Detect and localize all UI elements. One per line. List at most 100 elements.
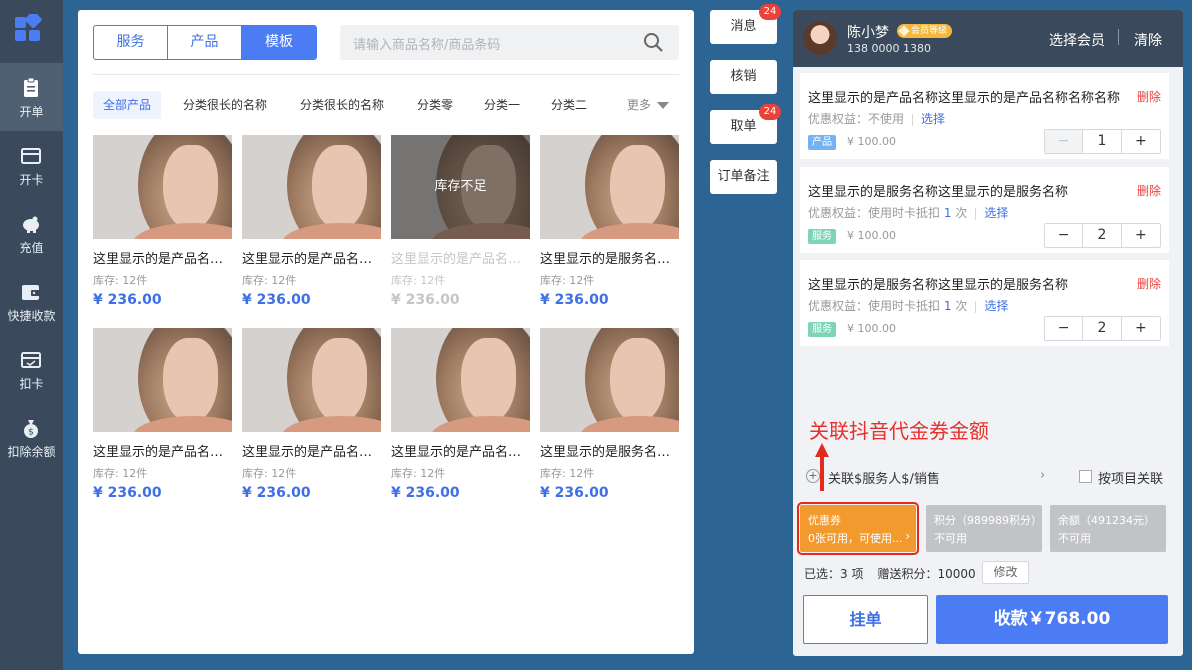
product-card-out-of-stock[interactable]: 库存不足 这里显示的是产品名称这里显示的是产品名称 库存: 12件 ¥ 236.… — [391, 135, 530, 325]
selected-count: 已选：3 项 — [804, 567, 864, 581]
product-name: 这里显示的是产品名称这里显示的是产品名称 — [242, 252, 381, 267]
app-logo-icon[interactable] — [15, 14, 43, 42]
nav-item-open-card[interactable]: 开卡 — [0, 131, 63, 199]
increment-button[interactable]: + — [1122, 224, 1160, 247]
nav-item-billing[interactable]: 开单 — [0, 63, 63, 131]
nav-label: 快捷收款 — [7, 309, 56, 323]
by-item-checkbox[interactable] — [1079, 470, 1092, 483]
svg-text:$: $ — [28, 428, 34, 438]
product-stock: 库存: 12件 — [391, 274, 446, 287]
tab-product[interactable]: 产品 — [168, 26, 242, 59]
quantity-stepper: − 2 + — [1044, 316, 1161, 341]
product-price: ¥ 236.00 — [242, 292, 311, 308]
product-card[interactable]: 这里显示的是产品名称这里显示的是产品名称 库存: 12件 ¥ 236.00 — [93, 135, 232, 325]
select-discount-link[interactable]: 选择 — [921, 112, 945, 126]
product-image — [391, 328, 530, 432]
chevron-down-icon — [657, 102, 669, 109]
product-card[interactable]: 这里显示的是服务名称这里显示的是服务名称 库存: 12件 ¥ 236.00 — [540, 328, 679, 518]
category-item[interactable]: 分类很长的名称 — [290, 91, 394, 119]
product-stock: 库存: 12件 — [242, 467, 297, 480]
messages-button[interactable]: 消息 24 — [710, 4, 781, 44]
product-card[interactable]: 这里显示的是服务名称这里显示的是服务名称 库存: 12件 ¥ 236.00 — [540, 135, 679, 325]
clear-member-button[interactable]: 清除 — [1134, 30, 1162, 50]
increment-button[interactable]: + — [1122, 130, 1160, 153]
product-card[interactable]: 这里显示的是产品名称这里显示的是产品名称 库存: 12件 ¥ 236.00 — [93, 328, 232, 518]
category-bar: 全部产品 分类很长的名称 分类很长的名称 分类零 分类一 分类二 更多 — [93, 91, 679, 119]
card-deduct-icon — [21, 352, 41, 368]
select-member-button[interactable]: 选择会员 — [1049, 30, 1105, 50]
decrement-button[interactable]: − — [1045, 130, 1084, 153]
increment-button[interactable]: + — [1122, 317, 1160, 340]
discount-text: 优惠权益：不使用 — [808, 112, 905, 126]
nav-label: 开卡 — [19, 173, 44, 187]
nav-item-deduct-card[interactable]: 扣卡 — [0, 335, 63, 403]
quantity-value[interactable]: 2 — [1083, 224, 1122, 247]
nav-label: 充值 — [19, 241, 44, 255]
associate-staff-row[interactable]: + 关联$服务人$/销售 › 按项目关联 — [793, 466, 1183, 494]
quantity-value[interactable]: 1 — [1083, 130, 1122, 153]
discount-info: 优惠权益：使用时卡抵扣 1 次 选择 — [808, 204, 1008, 221]
retrieve-order-button[interactable]: 取单 24 — [710, 104, 781, 144]
search-input[interactable]: 请输入商品名称/商品条码 — [340, 25, 679, 60]
balance-payment-option[interactable]: 余额（491234元） 不可用 — [1050, 505, 1166, 552]
money-bag-icon: $ — [24, 420, 38, 438]
quantity-value[interactable]: 2 — [1083, 317, 1122, 340]
nav-item-quick-pay[interactable]: 快捷收款 — [0, 267, 63, 335]
product-stock: 库存: 12件 — [540, 467, 595, 480]
product-price: ¥ 236.00 — [540, 292, 609, 308]
discount-info: 优惠权益：使用时卡抵扣 1 次 选择 — [808, 297, 1008, 314]
hold-order-button[interactable]: 挂单 — [803, 595, 928, 644]
more-categories[interactable]: 更多 — [627, 91, 669, 119]
cart-item: 这里显示的是服务名称这里显示的是服务名称 删除 优惠权益：使用时卡抵扣 1 次 选… — [800, 167, 1169, 253]
decrement-button[interactable]: − — [1045, 317, 1084, 340]
edit-points-button[interactable]: 修改 — [982, 561, 1029, 584]
coupon-payment-option[interactable]: 优惠券 0张可用，可使用... › — [797, 502, 919, 555]
decrement-button[interactable]: − — [1045, 224, 1084, 247]
search-icon[interactable] — [643, 32, 664, 53]
add-circle-icon[interactable]: + — [806, 469, 820, 483]
product-name: 这里显示的是产品名称这里显示的是产品名称 — [391, 252, 530, 267]
item-type-tag: 服务 — [808, 322, 836, 337]
nav-label: 扣卡 — [19, 377, 44, 391]
points-payment-option[interactable]: 积分（989989积分） 不可用 — [926, 505, 1042, 552]
product-card[interactable]: 这里显示的是产品名称这里显示的是产品名称 库存: 12件 ¥ 236.00 — [242, 328, 381, 518]
verify-button[interactable]: 核销 — [710, 60, 777, 94]
item-price: ¥ 100.00 — [847, 322, 896, 335]
order-summary: 已选：3 项赠送积分：10000 — [804, 565, 990, 582]
category-item[interactable]: 分类很长的名称 — [173, 91, 277, 119]
product-image — [540, 328, 679, 432]
nav-item-recharge[interactable]: 充值 — [0, 199, 63, 267]
category-all[interactable]: 全部产品 — [93, 91, 162, 119]
card-icon — [21, 148, 41, 164]
category-item[interactable]: 分类二 — [541, 91, 597, 119]
points-detail: 不可用 — [934, 532, 967, 545]
product-card[interactable]: 这里显示的是产品名称这里显示的是产品名称 库存: 12件 ¥ 236.00 — [242, 135, 381, 325]
tab-template[interactable]: 模板 — [242, 26, 316, 59]
product-name: 这里显示的是产品名称这里显示的是产品名称 — [93, 445, 232, 460]
select-discount-link[interactable]: 选择 — [984, 206, 1008, 220]
delete-button[interactable]: 删除 — [1137, 88, 1161, 105]
tab-service[interactable]: 服务 — [94, 26, 168, 59]
discount-unit: 次 — [955, 206, 968, 220]
checkout-button[interactable]: 收款￥768.00 — [936, 595, 1168, 644]
cart-panel: 陈小梦 会员等级 138 0000 1380 选择会员 清除 这里显示的是产品名… — [793, 10, 1183, 656]
discount-count: 1 — [943, 299, 952, 313]
item-price: ¥ 100.00 — [847, 229, 896, 242]
product-card[interactable]: 这里显示的是产品名称这里显示的是产品名称 库存: 12件 ¥ 236.00 — [391, 328, 530, 518]
nav-label: 扣除余额 — [7, 445, 56, 459]
category-item[interactable]: 分类一 — [474, 91, 530, 119]
delete-button[interactable]: 删除 — [1137, 275, 1161, 292]
order-note-button[interactable]: 订单备注 — [710, 160, 777, 194]
verify-label: 核销 — [730, 69, 757, 84]
nav-item-deduct-balance[interactable]: $ 扣除余额 — [0, 403, 63, 471]
delete-button[interactable]: 删除 — [1137, 182, 1161, 199]
member-level-badge: 会员等级 — [897, 24, 953, 38]
select-discount-link[interactable]: 选择 — [984, 299, 1008, 313]
category-item[interactable]: 分类零 — [407, 91, 463, 119]
retrieve-label: 取单 — [730, 119, 757, 134]
discount-info: 优惠权益：不使用 选择 — [808, 110, 945, 127]
discount-count: 1 — [943, 206, 952, 220]
chevron-right-icon: › — [905, 529, 910, 543]
product-name: 这里显示的是产品名称这里显示的是产品名称 — [93, 252, 232, 267]
chevron-right-icon: › — [1040, 468, 1046, 483]
